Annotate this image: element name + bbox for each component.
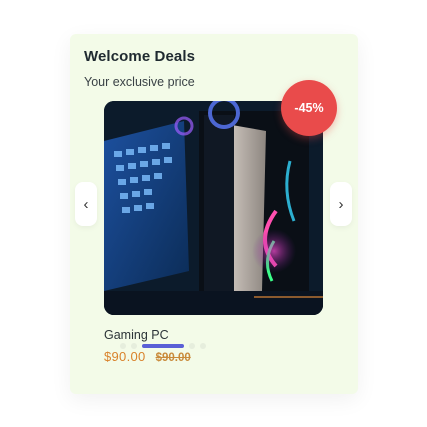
- chevron-right-icon: ›: [338, 195, 344, 213]
- product-name[interactable]: Gaming PC: [104, 328, 169, 342]
- welcome-deals-card: Welcome Deals Your exclusive price -45% …: [70, 34, 358, 394]
- deals-title: Welcome Deals: [84, 48, 196, 65]
- gaming-pc-image: [104, 101, 323, 315]
- current-price: $90.00: [104, 349, 146, 364]
- chevron-left-icon: ‹: [83, 195, 89, 213]
- product-image[interactable]: [104, 101, 323, 315]
- carousel-dots: [120, 343, 206, 349]
- deals-subtitle: Your exclusive price: [84, 75, 195, 89]
- carousel-prev-button[interactable]: ‹: [75, 182, 97, 226]
- carousel-dot[interactable]: [200, 343, 206, 349]
- discount-badge: -45%: [281, 80, 337, 136]
- original-price: $90.00: [155, 352, 191, 364]
- carousel-dot[interactable]: [131, 343, 137, 349]
- carousel-next-button[interactable]: ›: [330, 182, 352, 226]
- carousel-dot[interactable]: [120, 343, 126, 349]
- price-row: $90.00 $90.00: [104, 349, 191, 364]
- carousel-dot[interactable]: [189, 343, 195, 349]
- carousel-dot-active[interactable]: [142, 344, 184, 348]
